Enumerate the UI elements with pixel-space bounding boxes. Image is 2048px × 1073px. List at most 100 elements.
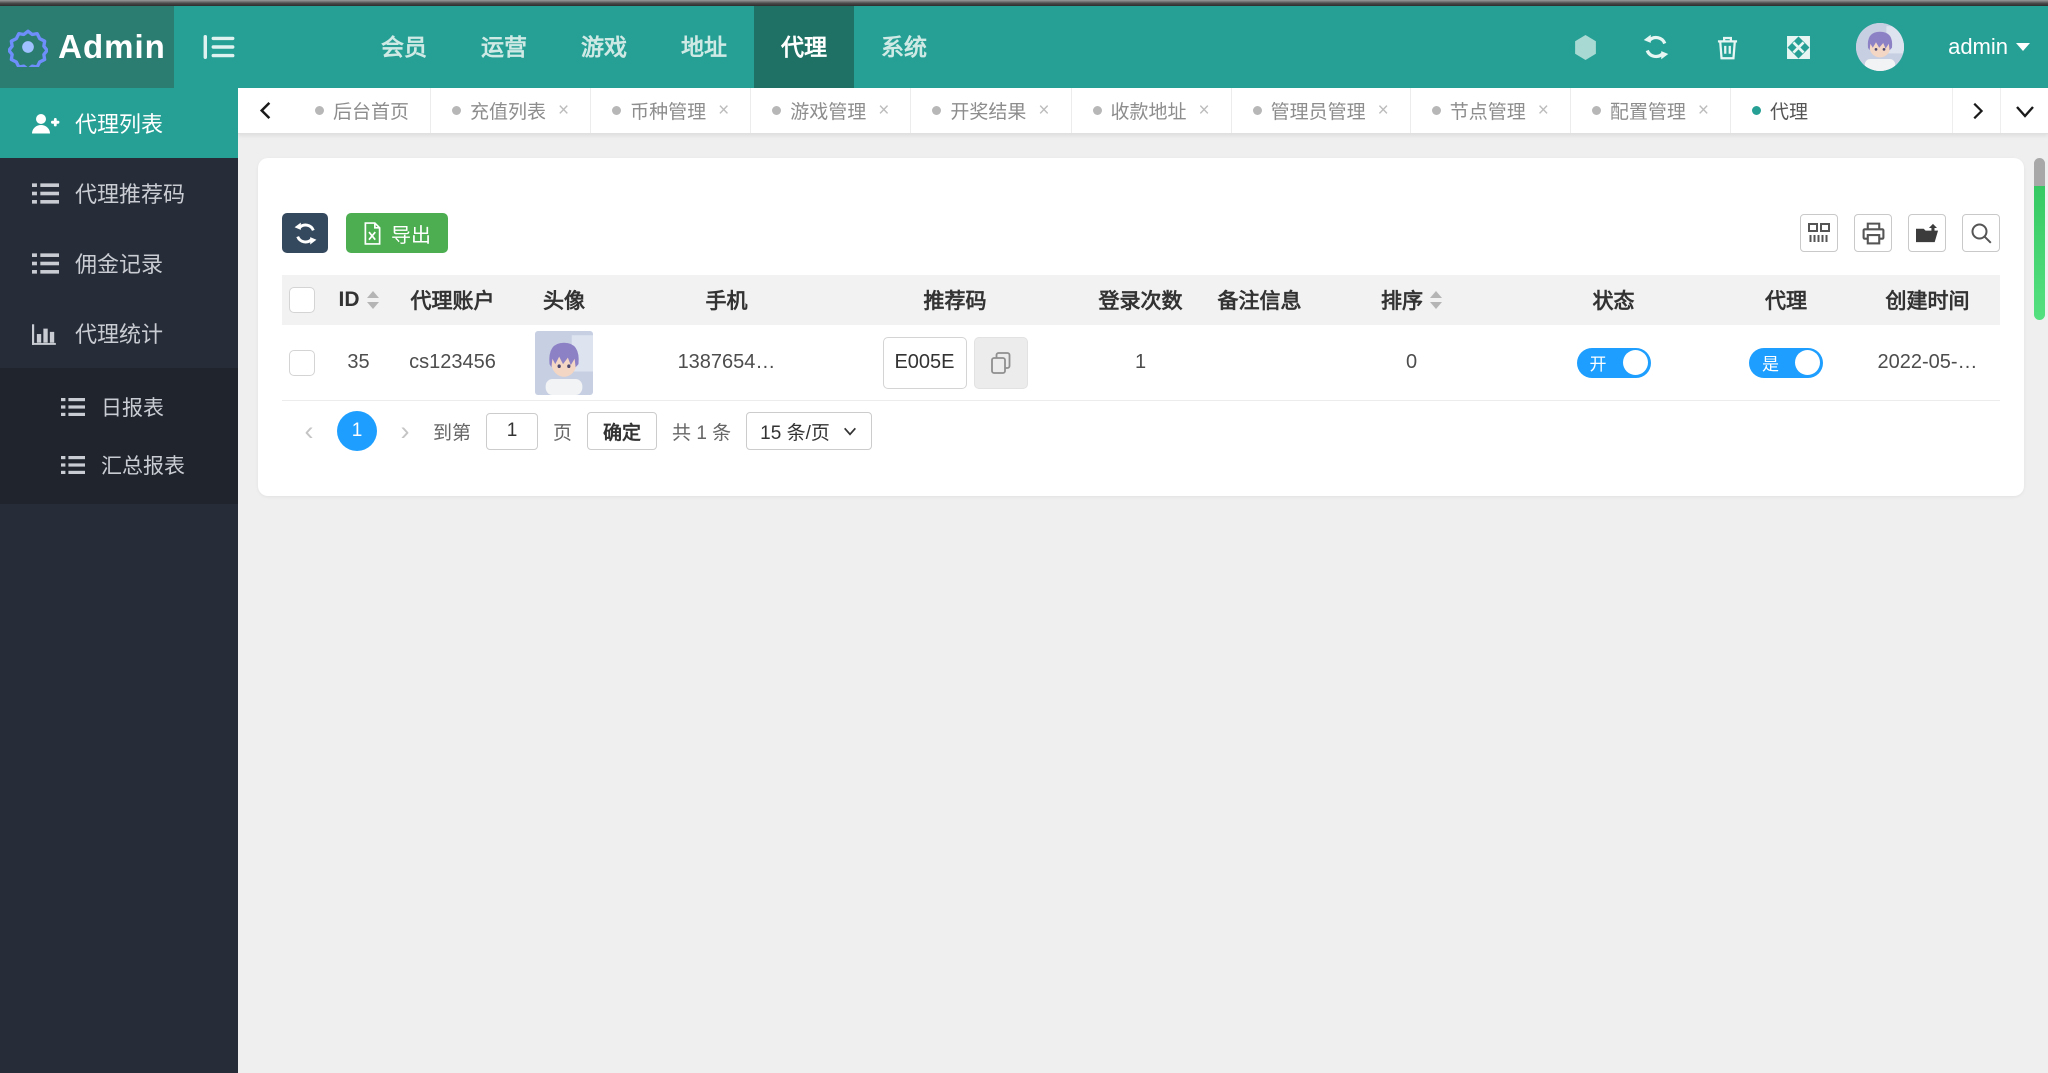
confirm-page-button[interactable]: 确定 (587, 412, 658, 450)
next-page-button[interactable]: › (392, 417, 418, 445)
tab-dot-icon (932, 106, 942, 115)
tab-agents[interactable]: 代理 (1731, 88, 1835, 133)
copy-code-button[interactable] (973, 336, 1028, 389)
sidebar-submenu-statistics: 日报表 汇总报表 (0, 368, 238, 504)
sidebar-item-agent-statistics[interactable]: 代理统计 (0, 298, 238, 368)
table-row: 35 cs123456 1387654… E005E 1 0 开 是 2022-… (282, 325, 2000, 401)
page-size-select[interactable]: 15 条/页 (746, 412, 872, 450)
header-sort[interactable]: 排序 (1313, 285, 1510, 315)
agent-avatar (535, 330, 593, 395)
fullscreen-icon[interactable] (1785, 34, 1812, 61)
header-avatar: 头像 (543, 290, 585, 313)
export-button[interactable]: 导出 (346, 213, 448, 253)
prev-page-button[interactable]: ‹ (296, 417, 322, 445)
sidebar-item-summary-report[interactable]: 汇总报表 (0, 436, 238, 494)
tab-dashboard[interactable]: 后台首页 (294, 88, 432, 133)
tab-close-icon[interactable]: × (1698, 100, 1709, 122)
columns-icon (1807, 221, 1831, 245)
sidebar-item-commission-records[interactable]: 佣金记录 (0, 228, 238, 298)
toggle-columns-button[interactable] (1800, 214, 1838, 252)
user-avatar[interactable] (1856, 23, 1905, 71)
clear-trash-icon[interactable] (1714, 34, 1741, 61)
header-phone: 手机 (705, 290, 748, 313)
tab-close-icon[interactable]: × (1199, 100, 1210, 122)
tab-dot-icon (772, 106, 782, 115)
scrollbar-thumb[interactable] (2034, 186, 2045, 320)
row-checkbox[interactable] (289, 349, 315, 376)
list-icon (30, 252, 60, 275)
nav-item-operations[interactable]: 运营 (454, 6, 554, 88)
page-number-input[interactable] (486, 412, 539, 450)
tab-close-icon[interactable]: × (558, 100, 569, 122)
cell-login-count: 1 (1134, 351, 1147, 373)
tab-payment-address[interactable]: 收款地址 × (1072, 88, 1232, 133)
tabs-scroll-right-button[interactable] (1952, 88, 2000, 133)
table-tools (1800, 214, 2000, 252)
refresh-table-button[interactable] (282, 213, 328, 253)
sort-icon (366, 291, 379, 309)
tab-recharge-list[interactable]: 充值列表 × (431, 88, 592, 133)
content-card: 导出 ID 代理账户 头像 手机 推荐码 登录次数 备注信息 排序 状态 代理 … (258, 158, 2024, 496)
tab-close-icon[interactable]: × (1378, 100, 1389, 122)
list-icon (58, 397, 88, 417)
search-button[interactable] (1962, 214, 2000, 252)
tabs-controls (1952, 88, 2048, 133)
nav-item-games[interactable]: 游戏 (554, 6, 654, 88)
nav-item-agents[interactable]: 代理 (754, 6, 854, 88)
header-agent: 代理 (1765, 290, 1807, 313)
referral-code-input[interactable] (882, 336, 967, 389)
tab-admin-management[interactable]: 管理员管理 × (1232, 88, 1411, 133)
select-all-checkbox[interactable] (289, 287, 315, 313)
printer-icon (1861, 221, 1886, 246)
refresh-cache-icon[interactable] (1642, 33, 1670, 61)
tab-config-management[interactable]: 配置管理 × (1571, 88, 1732, 133)
header-account: 代理账户 (410, 290, 495, 313)
sidebar-item-daily-report[interactable]: 日报表 (0, 378, 238, 436)
username-label: admin (1948, 34, 2008, 59)
app-logo: Admin (0, 6, 174, 88)
tabs-menu-button[interactable] (2000, 88, 2048, 133)
sidebar: 代理列表 代理推荐码 佣金记录 代理统计 日报表 汇总报表 (0, 88, 238, 1073)
tab-close-icon[interactable]: × (718, 100, 729, 122)
agent-toggle[interactable]: 是 (1749, 347, 1823, 378)
goto-label: 到第 (433, 422, 472, 444)
cell-sort: 0 (1405, 351, 1418, 373)
tab-dot-icon (1431, 106, 1441, 115)
tab-close-icon[interactable]: × (1538, 100, 1549, 122)
status-toggle[interactable]: 开 (1576, 347, 1651, 378)
top-navbar: Admin 会员 运营 游戏 地址 代理 系统 admin (0, 6, 2048, 88)
sidebar-item-agent-referral-codes[interactable]: 代理推荐码 (0, 158, 238, 228)
tab-close-icon[interactable]: × (878, 100, 889, 122)
print-button[interactable] (1854, 214, 1892, 252)
collapse-sidebar-button[interactable] (188, 6, 250, 88)
sidebar-item-agent-list[interactable]: 代理列表 (0, 88, 238, 158)
tab-dot-icon (1092, 106, 1102, 115)
tab-close-icon[interactable]: × (1038, 100, 1049, 122)
tab-game-management[interactable]: 游戏管理 × (751, 88, 912, 133)
total-count-label: 共 1 条 (672, 422, 732, 444)
nav-item-system[interactable]: 系统 (854, 6, 954, 88)
copy-icon (990, 351, 1012, 375)
nav-item-addresses[interactable]: 地址 (654, 6, 754, 88)
tab-dot-icon (612, 106, 622, 115)
scrollbar-thumb-top[interactable] (2034, 158, 2045, 186)
nav-item-members[interactable]: 会员 (354, 6, 454, 88)
header-actions: admin (1573, 23, 2048, 71)
tabs-scroll-left-button[interactable] (238, 88, 294, 133)
export-data-button[interactable] (1908, 214, 1946, 252)
theme-skin-icon[interactable] (1573, 34, 1598, 61)
tab-node-management[interactable]: 节点管理 × (1411, 88, 1571, 133)
tab-currency-management[interactable]: 币种管理 × (591, 88, 752, 133)
user-menu[interactable]: admin (1948, 34, 2030, 60)
cell-account: cs123456 (409, 351, 496, 373)
list-icon (30, 182, 60, 205)
open-tabs-bar: 后台首页 充值列表 × 币种管理 × 游戏管理 × 开奖结果 × 收款地址 × (238, 88, 2048, 134)
sort-icon (1430, 291, 1442, 309)
tab-lottery-results[interactable]: 开奖结果 × (911, 88, 1072, 133)
header-created-at: 创建时间 (1885, 290, 1970, 313)
excel-file-icon (363, 221, 382, 245)
current-page-button[interactable]: 1 (337, 411, 377, 451)
bar-chart-icon (30, 322, 60, 345)
header-id[interactable]: ID (322, 288, 395, 312)
chevron-down-icon (2016, 43, 2030, 51)
